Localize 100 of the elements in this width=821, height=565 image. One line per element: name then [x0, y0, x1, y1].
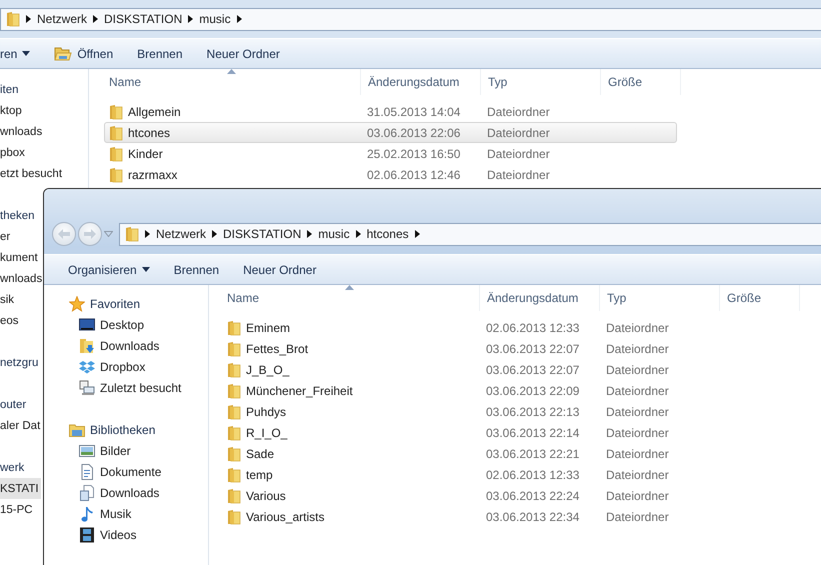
- nav-item[interactable]: kument: [0, 247, 40, 268]
- breadcrumb-arrow-icon[interactable]: [145, 230, 150, 238]
- nav-item[interactable]: KSTATI: [0, 478, 41, 499]
- breadcrumb-arrow-icon[interactable]: [188, 15, 194, 23]
- nav-item[interactable]: Downloads: [44, 482, 160, 503]
- modified-date: 03.06.2013 22:09: [486, 384, 580, 398]
- breadcrumb-arrow-icon[interactable]: [307, 230, 312, 238]
- toolbar-button[interactable]: Brennen: [162, 258, 232, 282]
- file-row[interactable]: Various_artists 03.06.2013 22:34 Dateiordner: [222, 506, 795, 527]
- nav-item[interactable]: Desktop: [44, 314, 144, 335]
- file-type: Dateiordner: [606, 488, 669, 502]
- nav-item[interactable]: eos: [0, 310, 21, 331]
- nav-group-header[interactable]: netzgru: [0, 352, 38, 373]
- nav-item[interactable]: Videos: [44, 524, 136, 545]
- nav-item[interactable]: wnloads: [0, 268, 44, 289]
- toolbar-button[interactable]: Öffnen: [42, 42, 126, 66]
- file-row[interactable]: temp 02.06.2013 12:33 Dateiordner: [222, 464, 795, 485]
- column-header[interactable]: Änderungsdatum: [480, 285, 600, 311]
- breadcrumb-item[interactable]: DISKSTATION: [104, 12, 182, 26]
- file-row[interactable]: htcones 03.06.2013 22:06 Dateiordner: [104, 122, 677, 143]
- file-row[interactable]: Münchener_Freiheit 03.06.2013 22:09 Dateiordner: [222, 380, 795, 401]
- breadcrumb-item[interactable]: music: [318, 227, 350, 241]
- breadcrumb-item[interactable]: DISKSTATION: [223, 227, 302, 241]
- nav-group-header[interactable]: werk: [0, 457, 24, 478]
- file-type: Dateiordner: [487, 104, 550, 118]
- column-header[interactable]: Name: [104, 69, 361, 95]
- modified-date: 03.06.2013 22:24: [486, 488, 580, 502]
- file-type: Dateiordner: [487, 146, 550, 160]
- breadcrumb-item[interactable]: htcones: [366, 227, 409, 241]
- file-name: J_B_O_: [246, 362, 290, 376]
- file-row[interactable]: Various 03.06.2013 22:24 Dateiordner: [222, 485, 795, 506]
- nav-item[interactable]: Musik: [44, 503, 132, 524]
- address-bar[interactable]: Netzwerk DISKSTATION music htcones: [119, 222, 821, 246]
- breadcrumb-item[interactable]: music: [199, 12, 231, 26]
- nav-item[interactable]: 15-PC: [0, 499, 35, 520]
- film-icon: [79, 526, 95, 542]
- nav-group-header[interactable]: Favoriten: [44, 293, 140, 314]
- file-row[interactable]: Eminem 02.06.2013 12:33 Dateiordner: [222, 317, 795, 338]
- folder-icon: [109, 124, 123, 140]
- file-name: Various_artists: [246, 510, 324, 524]
- breadcrumb-arrow-icon[interactable]: [26, 15, 31, 23]
- nav-item[interactable]: Dokumente: [44, 461, 162, 482]
- address-bar[interactable]: Netzwerk DISKSTATION music: [0, 8, 821, 30]
- nav-item[interactable]: sik: [0, 289, 16, 310]
- breadcrumb-arrow-icon[interactable]: [414, 230, 420, 238]
- column-header[interactable]: Änderungsdatum: [361, 69, 481, 95]
- caret-icon: [142, 267, 150, 272]
- file-name: temp: [246, 468, 273, 482]
- breadcrumb-arrow-icon[interactable]: [93, 15, 98, 23]
- toolbar-button[interactable]: Neuer Ordner: [231, 258, 328, 282]
- nav-item[interactable]: Downloads: [44, 335, 160, 356]
- file-type: Dateiordner: [606, 510, 669, 524]
- breadcrumb-item[interactable]: Netzwerk: [156, 227, 206, 241]
- nav-item[interactable]: er: [0, 226, 12, 247]
- modified-date: 25.02.2013 16:50: [367, 146, 460, 160]
- nav-group-header[interactable]: iten: [0, 79, 19, 100]
- column-header[interactable]: Größe: [720, 285, 800, 311]
- modified-date: 02.06.2013 12:33: [486, 320, 580, 334]
- file-row[interactable]: R_I_O_ 03.06.2013 22:14 Dateiordner: [222, 422, 795, 443]
- folder-icon: [227, 320, 241, 336]
- menu-button[interactable]: ren: [0, 42, 42, 66]
- breadcrumb-item[interactable]: Netzwerk: [37, 12, 88, 26]
- nav-item[interactable]: Bilder: [44, 440, 131, 461]
- toolbar-button[interactable]: Brennen: [125, 42, 195, 66]
- picture-icon: [79, 442, 95, 458]
- file-row[interactable]: Puhdys 03.06.2013 22:13 Dateiordner: [222, 401, 795, 422]
- column-header[interactable]: Name: [222, 285, 480, 311]
- nav-item[interactable]: ktop: [0, 100, 24, 121]
- sort-arrow-icon: [345, 285, 354, 290]
- breadcrumb-arrow-icon[interactable]: [356, 230, 361, 238]
- monitor-icon: [79, 316, 95, 332]
- breadcrumb-arrow-icon[interactable]: [212, 230, 218, 238]
- nav-item[interactable]: pbox: [0, 142, 27, 163]
- nav-item[interactable]: Zuletzt besucht: [44, 377, 182, 398]
- modified-date: 03.06.2013 22:07: [486, 342, 580, 356]
- file-type: Dateiordner: [606, 446, 669, 460]
- nav-item[interactable]: aler Dat: [0, 415, 42, 436]
- star-icon: [69, 296, 85, 312]
- toolbar-button[interactable]: Neuer Ordner: [194, 42, 292, 66]
- file-row[interactable]: razrmaxx 02.06.2013 12:46 Dateiordner: [104, 164, 677, 185]
- breadcrumb-arrow-icon[interactable]: [236, 15, 242, 23]
- column-header[interactable]: Größe: [601, 69, 681, 95]
- sort-arrow-icon: [226, 69, 236, 74]
- address-folder-icon: [6, 11, 20, 27]
- file-row[interactable]: Kinder 25.02.2013 16:50 Dateiordner: [104, 143, 677, 164]
- column-header[interactable]: Typ: [600, 285, 720, 311]
- nav-item[interactable]: Dropbox: [44, 356, 146, 377]
- folder-icon: [227, 466, 241, 482]
- nav-group-header[interactable]: theken: [0, 205, 35, 226]
- file-type: Dateiordner: [487, 168, 550, 182]
- nav-item[interactable]: etzt besucht: [0, 163, 64, 184]
- nav-group-header[interactable]: Bibliotheken: [44, 419, 156, 440]
- file-row[interactable]: Allgemein 31.05.2013 14:04 Dateiordner: [104, 101, 677, 122]
- nav-group-header[interactable]: outer: [0, 394, 26, 415]
- file-row[interactable]: J_B_O_ 03.06.2013 22:07 Dateiordner: [222, 359, 795, 380]
- file-row[interactable]: Sade 03.06.2013 22:21 Dateiordner: [222, 443, 795, 464]
- nav-item[interactable]: wnloads: [0, 121, 44, 142]
- file-row[interactable]: Fettes_Brot 03.06.2013 22:07 Dateiordner: [222, 338, 795, 359]
- menu-button[interactable]: Organisieren: [56, 258, 162, 282]
- column-header[interactable]: Typ: [481, 69, 601, 95]
